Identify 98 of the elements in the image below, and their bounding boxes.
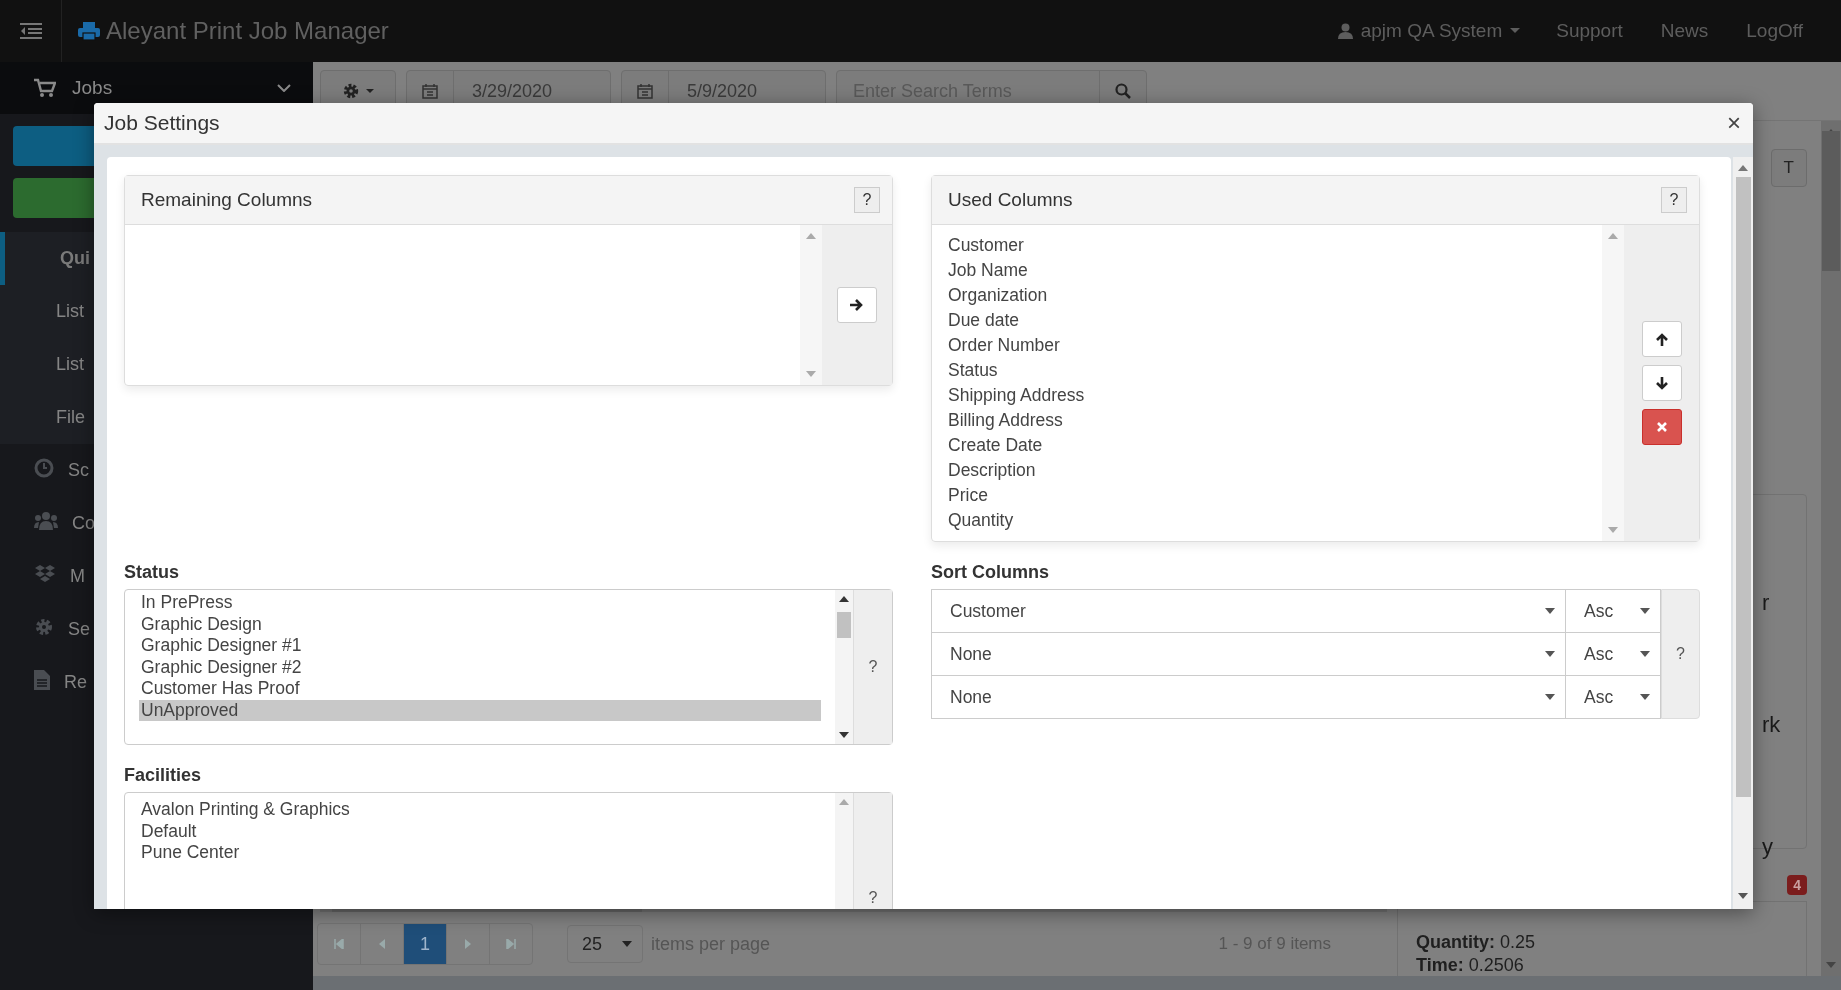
arrow-right-icon	[850, 299, 864, 311]
panel-title: Remaining Columns	[141, 189, 314, 211]
section-label: Sort Columns	[931, 562, 1050, 583]
facility-item[interactable]: Avalon Printing & Graphics	[139, 799, 821, 821]
facility-item[interactable]: Pune Center	[139, 842, 821, 864]
help-button[interactable]: ?	[1661, 187, 1687, 213]
gear-icon	[342, 82, 360, 101]
sort-field-dropdown[interactable]: Customer	[932, 590, 1566, 632]
facility-item[interactable]: Default	[139, 820, 821, 842]
help-button[interactable]: ?	[854, 187, 880, 213]
caret-icon[interactable]	[1545, 651, 1555, 657]
sidebar-section[interactable]: Jobs	[72, 77, 113, 99]
card-text: y	[1762, 834, 1774, 861]
move-up-button[interactable]	[1641, 321, 1682, 357]
status-option[interactable]: Customer Has Proof	[139, 678, 821, 700]
chevron-icon[interactable]	[277, 84, 291, 92]
dialog-title: Job Settings	[104, 111, 221, 135]
panel-title: Used Columns	[948, 189, 1074, 211]
sidebar-item[interactable]: M	[70, 566, 85, 587]
caret-icon	[1510, 28, 1521, 34]
caret-icon[interactable]	[622, 941, 632, 948]
section-label: Status	[124, 562, 180, 583]
caret-icon[interactable]	[1640, 608, 1650, 614]
help-button[interactable]: ?	[868, 889, 878, 907]
status-option[interactable]: Graphic Design	[139, 613, 821, 635]
help-button[interactable]: ?	[868, 658, 878, 676]
calendar-icon	[637, 83, 653, 100]
sort-direction-dropdown[interactable]: Asc	[1566, 590, 1660, 632]
app-title: Aleyant Print Job Manager	[106, 17, 389, 45]
facilities-list[interactable]: Avalon Printing & Graphics Default Pune Center	[125, 793, 835, 909]
column-item[interactable]: Billing Address	[948, 408, 1586, 433]
caret-icon[interactable]	[1545, 608, 1555, 614]
sort-field-dropdown[interactable]: None	[932, 676, 1566, 718]
cart-icon	[34, 78, 56, 98]
scroll-down-icon[interactable]	[839, 732, 849, 738]
file-icon	[34, 670, 50, 690]
status-option[interactable]: In PrePress	[139, 592, 821, 614]
column-item[interactable]: Quantity	[948, 508, 1586, 533]
gear-icon	[34, 617, 54, 637]
users-icon	[34, 511, 58, 531]
column-item[interactable]: Create Date	[948, 433, 1586, 458]
menu-icon[interactable]	[19, 23, 42, 39]
scrollbar[interactable]	[835, 793, 853, 909]
column-item[interactable]: Shipping Address	[948, 383, 1586, 408]
sidebar-item[interactable]: Se	[68, 619, 91, 640]
column-item[interactable]: Job Name	[948, 258, 1586, 283]
close-icon	[1656, 422, 1667, 432]
calendar-icon	[422, 83, 438, 100]
page-button[interactable]: 1	[404, 924, 447, 965]
ticket-button[interactable]: T	[1770, 149, 1807, 188]
boxes-icon	[34, 564, 56, 584]
scrollbar[interactable]	[835, 590, 853, 744]
scrollbar[interactable]	[1733, 157, 1753, 909]
sidebar-item[interactable]: Sc	[68, 460, 89, 481]
scroll-thumb[interactable]	[1735, 177, 1751, 797]
column-item[interactable]: Description	[948, 458, 1586, 483]
column-item[interactable]: Status	[948, 358, 1586, 383]
caret-icon[interactable]	[1640, 694, 1650, 700]
caret-icon	[366, 88, 374, 94]
section-label: Facilities	[124, 765, 203, 786]
help-button[interactable]: ?	[1676, 645, 1685, 663]
page-size-dropdown[interactable]: 25	[567, 925, 643, 964]
card-text: rk	[1762, 712, 1782, 739]
clock-icon	[34, 458, 54, 478]
detail-text: Time: 0.2506	[1416, 955, 1525, 977]
column-item[interactable]: Price	[948, 483, 1586, 508]
scroll-thumb[interactable]	[1822, 131, 1840, 272]
search-icon[interactable]	[1115, 83, 1131, 100]
scrollbar[interactable]	[1821, 121, 1841, 977]
move-down-button[interactable]	[1641, 365, 1682, 401]
status-option[interactable]: Graphic Designer #2	[139, 656, 821, 678]
scroll-down-icon[interactable]	[1738, 893, 1748, 899]
sort-direction-dropdown[interactable]: Asc	[1566, 633, 1660, 675]
count-badge: 4	[1787, 875, 1807, 896]
arrow-down-icon	[1655, 376, 1668, 390]
remove-button[interactable]	[1641, 409, 1682, 445]
scroll-thumb[interactable]	[837, 612, 851, 638]
status-option[interactable]: Graphic Designer #1	[139, 635, 821, 657]
status-option[interactable]: UnApproved	[139, 699, 821, 721]
arrow-up-icon	[1655, 332, 1668, 346]
sort-field-dropdown[interactable]: None	[932, 633, 1566, 675]
status-list[interactable]: In PrePress Graphic Design Graphic Designer #1 Graphic Designer #2 Customer Has Proof UnApproved	[125, 590, 835, 744]
caret-icon[interactable]	[1545, 694, 1555, 700]
caret-icon[interactable]	[1640, 651, 1650, 657]
close-button[interactable]: ×	[1727, 111, 1741, 135]
column-item[interactable]: Customer	[948, 233, 1586, 258]
column-item[interactable]: Order Number	[948, 333, 1586, 358]
sidebar-item[interactable]: Co	[72, 513, 95, 534]
card-text: r	[1762, 590, 1771, 617]
scroll-up-icon[interactable]	[839, 596, 849, 602]
sidebar-item[interactable]: Re	[64, 672, 87, 693]
detail-text: Quantity: 0.25	[1416, 932, 1537, 954]
column-item[interactable]: Organization	[948, 283, 1586, 308]
move-right-button[interactable]	[837, 287, 877, 323]
sort-direction-dropdown[interactable]: Asc	[1566, 676, 1660, 718]
user-icon	[1337, 23, 1353, 39]
column-item[interactable]: Due date	[948, 308, 1586, 333]
printer-icon	[78, 21, 100, 41]
